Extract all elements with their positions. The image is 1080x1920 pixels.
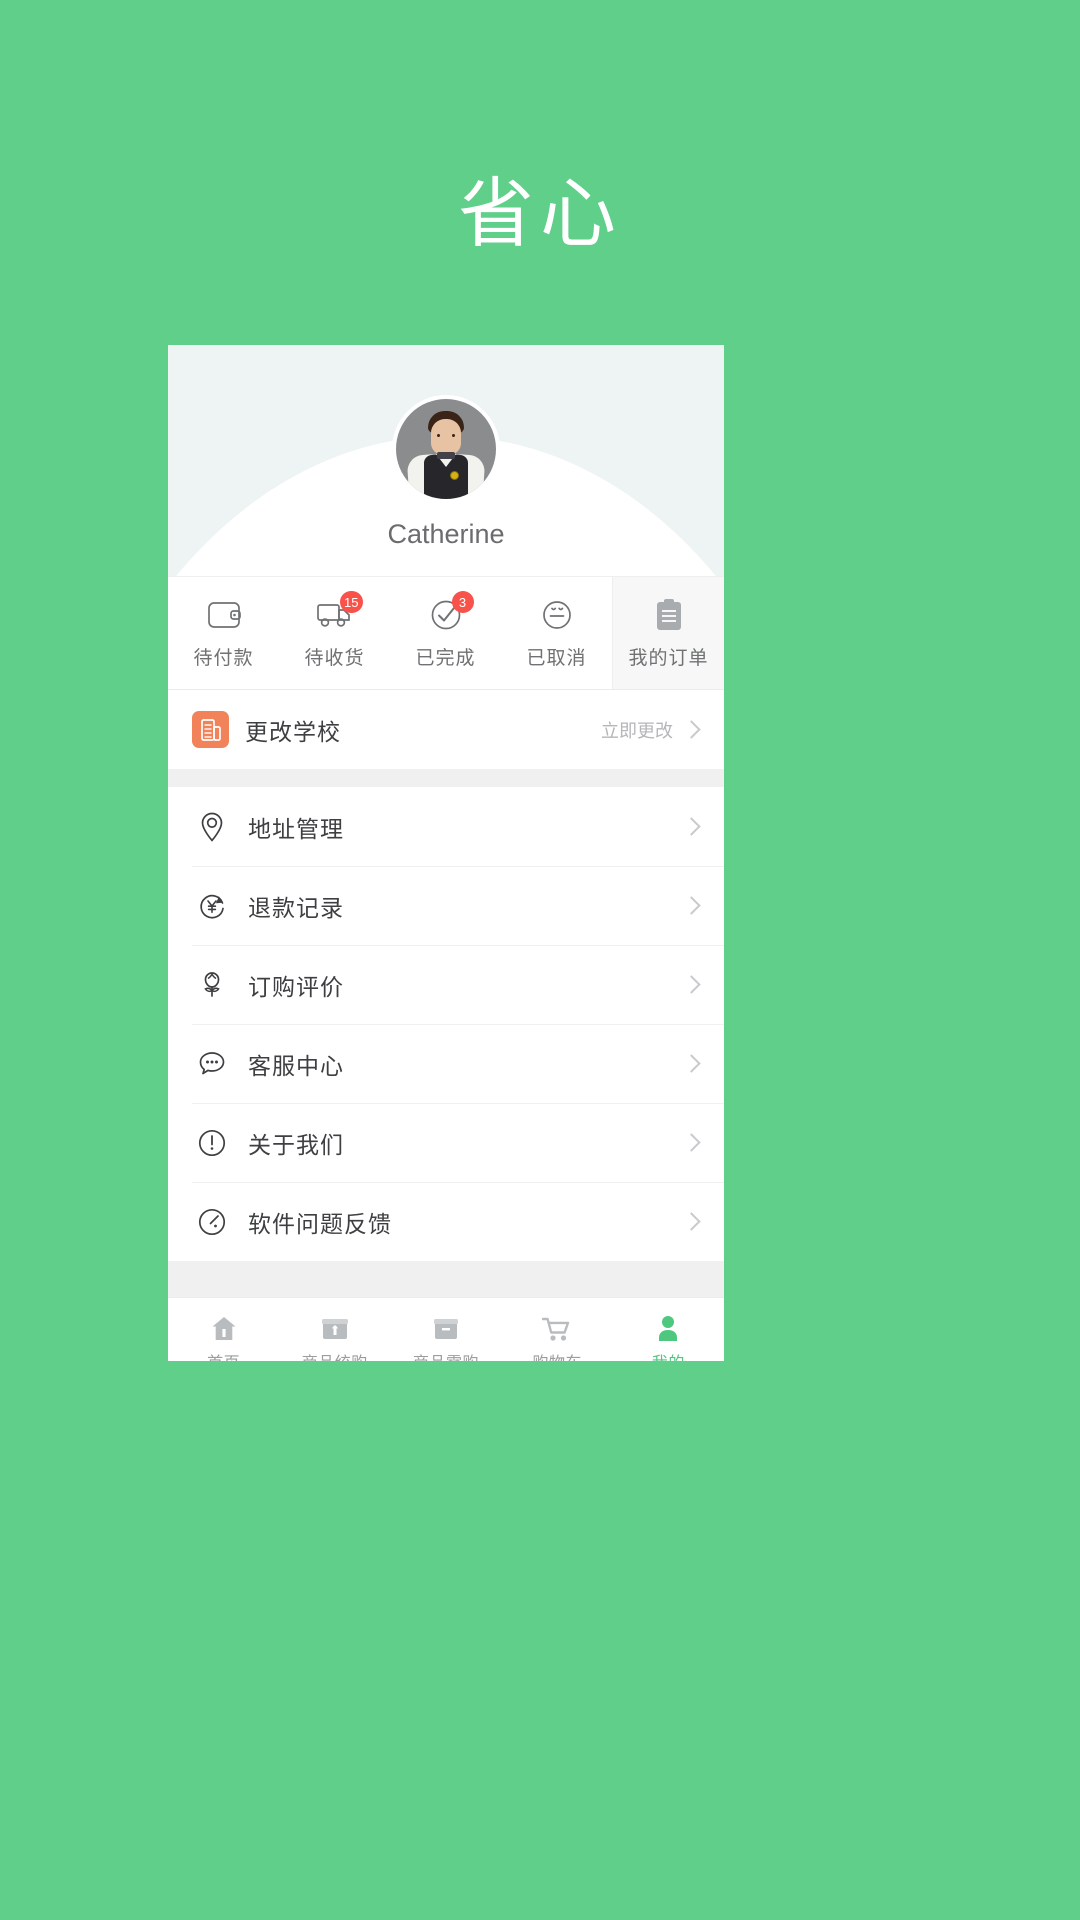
chevron-right-icon xyxy=(682,896,701,915)
refund-yuan-icon xyxy=(192,886,232,926)
person-icon xyxy=(655,1309,681,1343)
avatar-eye-right xyxy=(452,434,455,437)
tab-my-orders[interactable]: 我的订单 xyxy=(612,577,724,689)
school-building-icon xyxy=(192,711,229,748)
chevron-right-icon xyxy=(682,1212,701,1231)
change-school-action-label: 立即更改 xyxy=(601,720,673,741)
tab-cancelled[interactable]: 已取消 xyxy=(501,577,612,689)
bottom-navigation: 首页 商品统购 商品零购 xyxy=(168,1297,724,1361)
avatar-head xyxy=(431,419,461,455)
menu-item-change-school[interactable]: 更改学校 立即更改 xyxy=(168,690,724,769)
nav-label: 首页 xyxy=(207,1349,240,1361)
nav-item-bulk-purchase[interactable]: 商品统购 xyxy=(279,1298,390,1361)
profile-header: Catherine xyxy=(168,345,724,576)
nav-label: 我的 xyxy=(652,1349,685,1361)
tab-completed[interactable]: 3 已完成 xyxy=(390,577,501,689)
menu-item-label: 关于我们 xyxy=(248,1131,344,1158)
info-circle-icon xyxy=(192,1123,232,1163)
badge-count: 15 xyxy=(340,591,363,613)
nav-item-home[interactable]: 首页 xyxy=(168,1298,279,1361)
app-screen: Catherine 待付款 15 待收货 3 已完成 已取消 我的订单 更改学校… xyxy=(168,345,724,1361)
menu-item-address-management[interactable]: 地址管理 xyxy=(168,787,724,866)
menu-section-school: 更改学校 立即更改 xyxy=(168,690,724,769)
menu-item-label: 软件问题反馈 xyxy=(248,1210,392,1237)
shopping-cart-icon xyxy=(542,1309,572,1343)
nav-item-profile[interactable]: 我的 xyxy=(613,1298,724,1361)
menu-item-refund-records[interactable]: 退款记录 xyxy=(168,866,724,945)
tab-label: 已取消 xyxy=(526,648,587,669)
menu-item-about-us[interactable]: 关于我们 xyxy=(168,1103,724,1182)
bulk-purchase-icon xyxy=(321,1309,349,1343)
check-circle-icon: 3 xyxy=(427,591,474,634)
menu-item-customer-service[interactable]: 客服中心 xyxy=(168,1024,724,1103)
bottom-spacer xyxy=(168,1261,724,1297)
avatar-vest xyxy=(424,455,468,499)
wallet-icon xyxy=(205,596,243,634)
menu-item-label: 订购评价 xyxy=(248,973,344,1000)
chevron-right-icon xyxy=(682,817,701,836)
avatar-vest-badge xyxy=(450,471,459,480)
review-flower-icon xyxy=(192,965,232,1005)
chevron-right-icon xyxy=(682,720,701,739)
clipboard-icon xyxy=(650,596,688,634)
delivery-truck-icon: 15 xyxy=(316,591,363,634)
tab-pending-delivery[interactable]: 15 待收货 xyxy=(279,577,390,689)
nav-item-retail-purchase[interactable]: 商品零购 xyxy=(390,1298,501,1361)
chat-bubble-icon xyxy=(192,1044,232,1084)
menu-item-label: 客服中心 xyxy=(248,1052,344,1079)
tab-label: 已完成 xyxy=(415,648,476,669)
location-pin-icon xyxy=(192,807,232,847)
menu-item-label: 地址管理 xyxy=(248,815,344,842)
menu-item-label: 退款记录 xyxy=(248,894,344,921)
menu-item-label: 更改学校 xyxy=(245,718,341,745)
avatar[interactable] xyxy=(392,395,500,503)
nav-item-shopping-cart[interactable]: 购物车 xyxy=(502,1298,613,1361)
feedback-circle-icon xyxy=(192,1202,232,1242)
chevron-right-icon xyxy=(682,1054,701,1073)
menu-section-main: 地址管理 退款记录 订购评价 客服中心 关于我们 软件问题反馈 xyxy=(168,787,724,1261)
chevron-right-icon xyxy=(682,1133,701,1152)
avatar-bowtie xyxy=(437,452,455,459)
menu-item-software-feedback[interactable]: 软件问题反馈 xyxy=(168,1182,724,1261)
avatar-photo xyxy=(396,399,496,499)
tab-label: 我的订单 xyxy=(628,648,709,669)
chevron-right-icon xyxy=(682,975,701,994)
nav-label: 商品统购 xyxy=(302,1349,368,1361)
nav-label: 购物车 xyxy=(532,1349,582,1361)
neutral-face-icon xyxy=(538,596,576,634)
order-status-tabs: 待付款 15 待收货 3 已完成 已取消 我的订单 xyxy=(168,576,724,690)
avatar-eye-left xyxy=(437,434,440,437)
profile-username: Catherine xyxy=(387,519,505,549)
section-divider xyxy=(168,769,724,787)
app-logo: 省心 xyxy=(458,169,622,258)
badge-count: 3 xyxy=(451,591,474,613)
tab-label: 待付款 xyxy=(193,648,254,669)
menu-item-order-reviews[interactable]: 订购评价 xyxy=(168,945,724,1024)
nav-label: 商品零购 xyxy=(413,1349,479,1361)
tab-pending-payment[interactable]: 待付款 xyxy=(168,577,279,689)
home-icon xyxy=(210,1309,238,1343)
tab-label: 待收货 xyxy=(304,648,365,669)
retail-purchase-icon xyxy=(432,1309,460,1343)
